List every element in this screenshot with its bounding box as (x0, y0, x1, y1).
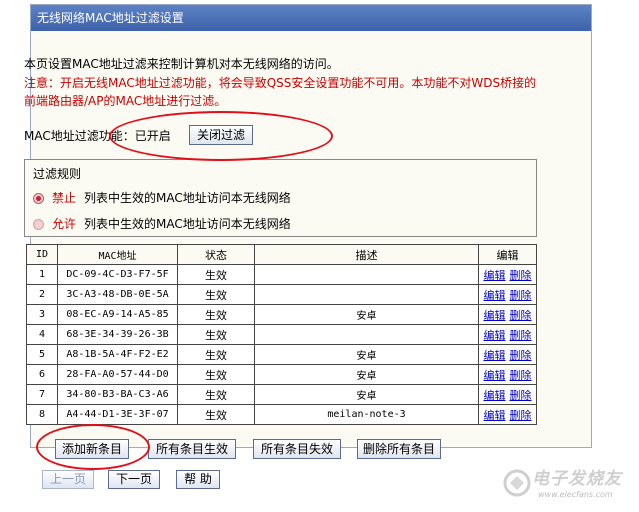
cell-description: 安卓 (254, 364, 479, 385)
delete-link[interactable]: 删除 (510, 409, 532, 422)
delete-all-button[interactable]: 删除所有条目 (357, 439, 441, 459)
rule-option-deny[interactable]: 禁止 列表中生效的MAC地址访问本无线网络 (33, 189, 291, 207)
table-row: 6 28-FA-A0-57-44-D0 生效 安卓 编辑 删除 (26, 364, 537, 385)
filter-status-value: 已开启 (134, 129, 171, 143)
table-row: 7 34-80-B3-BA-C3-A6 生效 安卓 编辑 删除 (26, 384, 537, 405)
rule-allow-text: 列表中生效的MAC地址访问本无线网络 (84, 217, 291, 231)
cell-status: 生效 (177, 324, 255, 345)
cell-status: 生效 (177, 284, 255, 305)
header-edit: 编辑 (478, 244, 537, 265)
edit-link[interactable]: 编辑 (484, 369, 506, 382)
cell-mac: 08-EC-A9-14-A5-85 (57, 304, 178, 325)
panel-title: 无线网络MAC地址过滤设置 (31, 5, 591, 31)
header-id: ID (26, 244, 58, 265)
rule-deny-key: 禁止 (52, 191, 77, 205)
filter-status: MAC地址过滤功能：已开启 (24, 127, 171, 145)
cell-mac: A8-1B-5A-4F-F2-E2 (57, 344, 178, 365)
delete-link[interactable]: 删除 (510, 269, 532, 282)
delete-link[interactable]: 删除 (510, 309, 532, 322)
mac-address-table: ID MAC地址 状态 描述 编辑 1 DC-09-4C-D3-F7-5F 生效 编辑… (26, 244, 537, 425)
delete-link[interactable]: 删除 (510, 289, 532, 302)
edit-link[interactable]: 编辑 (484, 289, 506, 302)
cell-id: 1 (26, 264, 58, 285)
rule-deny-text: 列表中生效的MAC地址访问本无线网络 (84, 191, 291, 205)
filter-status-label: MAC地址过滤功能： (24, 129, 135, 143)
cell-status: 生效 (177, 304, 255, 325)
table-row: 4 68-3E-34-39-26-3B 生效 编辑 删除 (26, 324, 537, 345)
cell-status: 生效 (177, 364, 255, 385)
cell-id: 6 (26, 364, 58, 385)
edit-link[interactable]: 编辑 (484, 309, 506, 322)
cell-mac: DC-09-4C-D3-F7-5F (57, 264, 178, 285)
header-description: 描述 (254, 244, 479, 265)
prev-page-button[interactable]: 上一页 (42, 470, 94, 489)
delete-link[interactable]: 删除 (510, 329, 532, 342)
add-entry-button[interactable]: 添加新条目 (55, 439, 129, 459)
cell-actions: 编辑 删除 (478, 364, 537, 385)
cell-description: 安卓 (254, 344, 479, 365)
cell-id: 5 (26, 344, 58, 365)
table-row: 5 A8-1B-5A-4F-F2-E2 生效 安卓 编辑 删除 (26, 344, 537, 365)
cell-mac: 34-80-B3-BA-C3-A6 (57, 384, 178, 405)
cell-id: 4 (26, 324, 58, 345)
watermark-brand: 电子发烧友 (532, 469, 622, 489)
cell-actions: 编辑 删除 (478, 384, 537, 405)
cell-description (254, 284, 479, 305)
delete-link[interactable]: 删除 (510, 369, 532, 382)
edit-link[interactable]: 编辑 (484, 269, 506, 282)
cell-actions: 编辑 删除 (478, 284, 537, 305)
edit-link[interactable]: 编辑 (484, 409, 506, 422)
enable-all-button[interactable]: 所有条目生效 (148, 439, 236, 459)
cell-description: meilan-note-3 (254, 404, 479, 425)
cell-mac: 68-3E-34-39-26-3B (57, 324, 178, 345)
watermark-url: www.elecfans.com (538, 490, 613, 499)
rule-option-allow[interactable]: 允许 列表中生效的MAC地址访问本无线网络 (33, 215, 291, 233)
help-button[interactable]: 帮 助 (176, 470, 220, 489)
cell-mac: 3C-A3-48-DB-0E-5A (57, 284, 178, 305)
table-row: 3 08-EC-A9-14-A5-85 生效 安卓 编辑 删除 (26, 304, 537, 325)
cell-actions: 编辑 删除 (478, 264, 537, 285)
cell-mac: A4-44-D1-3E-3F-07 (57, 404, 178, 425)
header-status: 状态 (177, 244, 255, 265)
elecfans-logo-icon (503, 469, 531, 497)
radio-selected-icon[interactable] (33, 193, 44, 204)
table-header-row: ID MAC地址 状态 描述 编辑 (26, 244, 537, 265)
header-mac: MAC地址 (57, 244, 178, 265)
table-row: 1 DC-09-4C-D3-F7-5F 生效 编辑 删除 (26, 264, 537, 285)
cell-id: 3 (26, 304, 58, 325)
watermark: 电子发烧友 www.elecfans.com (498, 462, 638, 510)
cell-description: 安卓 (254, 304, 479, 325)
cell-id: 2 (26, 284, 58, 305)
cell-description (254, 264, 479, 285)
disable-filter-button[interactable]: 关闭过滤 (189, 125, 253, 145)
cell-actions: 编辑 删除 (478, 324, 537, 345)
cell-description (254, 324, 479, 345)
cell-mac: 28-FA-A0-57-44-D0 (57, 364, 178, 385)
cell-status: 生效 (177, 384, 255, 405)
cell-actions: 编辑 删除 (478, 404, 537, 425)
warning-note: 注意：开启无线MAC地址过滤功能，将会导致QSS安全设置功能不可用。本功能不对W… (24, 76, 537, 108)
cell-status: 生效 (177, 404, 255, 425)
cell-status: 生效 (177, 344, 255, 365)
radio-unselected-icon[interactable] (33, 219, 44, 230)
page-description: 本页设置MAC地址过滤来控制计算机对本无线网络的访问。 (24, 57, 339, 71)
edit-link[interactable]: 编辑 (484, 329, 506, 342)
disable-all-button[interactable]: 所有条目失效 (253, 439, 341, 459)
table-row: 8 A4-44-D1-3E-3F-07 生效 meilan-note-3 编辑 删除 (26, 404, 537, 425)
cell-actions: 编辑 删除 (478, 344, 537, 365)
edit-link[interactable]: 编辑 (484, 389, 506, 402)
delete-link[interactable]: 删除 (510, 349, 532, 362)
next-page-button[interactable]: 下一页 (108, 470, 160, 489)
delete-link[interactable]: 删除 (510, 389, 532, 402)
table-row: 2 3C-A3-48-DB-0E-5A 生效 编辑 删除 (26, 284, 537, 305)
cell-id: 7 (26, 384, 58, 405)
rule-allow-key: 允许 (52, 217, 77, 231)
cell-id: 8 (26, 404, 58, 425)
cell-status: 生效 (177, 264, 255, 285)
edit-link[interactable]: 编辑 (484, 349, 506, 362)
filter-rules-title: 过滤规则 (33, 167, 82, 181)
filter-rules-box: 过滤规则 禁止 列表中生效的MAC地址访问本无线网络 允许 列表中生效的MAC地址访… (24, 159, 537, 237)
cell-description: 安卓 (254, 384, 479, 405)
cell-actions: 编辑 删除 (478, 304, 537, 325)
